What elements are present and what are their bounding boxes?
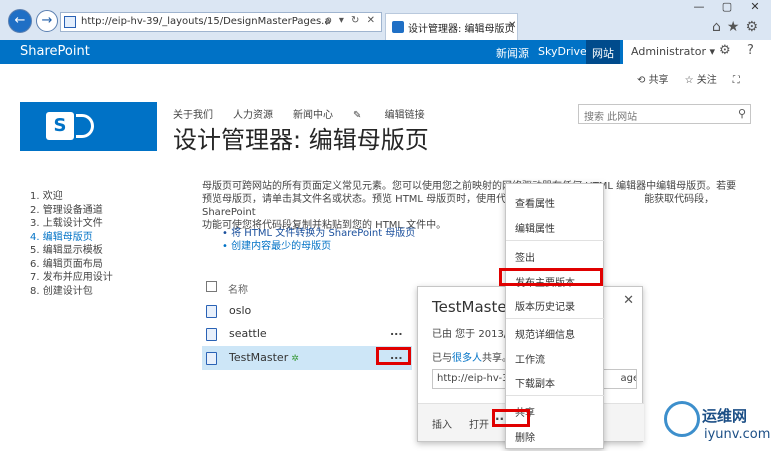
- forward-button[interactable]: →: [36, 10, 58, 32]
- suite-link-skydrive[interactable]: SkyDrive: [538, 45, 587, 58]
- gear-icon[interactable]: ⚙: [745, 19, 758, 35]
- search-placeholder: 搜索 此网站: [584, 112, 638, 123]
- focus-icon[interactable]: ⛶: [733, 75, 740, 86]
- close-icon[interactable]: ✕: [623, 293, 634, 308]
- top-nav-edit-links[interactable]: ✎ 编辑链接: [353, 106, 445, 121]
- master-page-file-icon: [206, 328, 217, 341]
- left-nav-item[interactable]: 5. 编辑显示模板: [30, 244, 113, 258]
- help-icon[interactable]: ?: [747, 43, 754, 58]
- top-navigation: 关于我们 人力资源 新闻中心 ✎ 编辑链接: [173, 106, 465, 121]
- highlight-row-more: [376, 347, 411, 365]
- settings-gear-icon[interactable]: ⚙: [719, 43, 731, 58]
- browser-chrome: ← → http://eip-hv-39/_layouts/15/DesignM…: [0, 0, 771, 40]
- share-link[interactable]: ⟲ 共享: [637, 75, 677, 86]
- logo-s-icon: S: [46, 112, 74, 140]
- share-bar: ⟲ 共享 ☆ 关注 ⛶: [637, 71, 748, 86]
- left-nav-item[interactable]: 7. 发布并应用设计: [30, 271, 113, 285]
- watermark-circle-icon: [664, 401, 700, 437]
- maximize-button[interactable]: ▢: [713, 0, 741, 13]
- column-header-name[interactable]: 名称: [228, 281, 248, 296]
- top-nav-hr[interactable]: 人力资源: [233, 106, 273, 121]
- star-icon[interactable]: ★: [727, 19, 740, 35]
- page-icon: [64, 16, 76, 28]
- left-nav-item[interactable]: 8. 创建设计包: [30, 285, 113, 299]
- highlight-callout-more: [492, 409, 530, 427]
- close-window-button[interactable]: ✕: [741, 0, 769, 13]
- callout-title: TestMaster: [432, 298, 513, 316]
- shared-with-link[interactable]: 很多人: [452, 353, 482, 364]
- callout-shared-text: 已与很多人共享。: [432, 353, 512, 364]
- menu-item-view-properties[interactable]: 查看属性: [515, 195, 555, 210]
- left-nav-item[interactable]: 2. 管理设备通道: [30, 204, 113, 218]
- callout-modified-text: 已由 您于 2013/: [432, 329, 508, 340]
- home-icon[interactable]: ⌂: [712, 19, 721, 35]
- left-navigation: 1. 欢迎 2. 管理设备通道 3. 上载设计文件 4. 编辑母版页 5. 编辑…: [30, 190, 113, 298]
- address-bar[interactable]: http://eip-hv-39/_layouts/15/DesignMaste…: [60, 12, 382, 32]
- more-actions-button[interactable]: ...: [390, 325, 403, 338]
- menu-item-delete[interactable]: 删除: [515, 429, 535, 444]
- file-name[interactable]: seattle: [229, 327, 267, 340]
- new-item-icon: ✲: [291, 354, 299, 364]
- suite-link-newsfeed[interactable]: 新闻源: [496, 45, 529, 61]
- suite-bar: SharePoint 新闻源 SkyDrive 网站 Administrator…: [0, 40, 771, 64]
- menu-item-workflow[interactable]: 工作流: [515, 351, 545, 366]
- sharepoint-brand[interactable]: SharePoint: [20, 44, 90, 59]
- open-action[interactable]: 打开: [469, 416, 489, 431]
- page-description: 母版页可跨网站的所有页面定义常见元素。您可以使用您之前映射的网络驱动器在任何 H…: [202, 181, 737, 231]
- menu-item-check-out[interactable]: 签出: [515, 249, 535, 264]
- left-nav-item[interactable]: 6. 编辑页面布局: [30, 258, 113, 272]
- search-icon[interactable]: ⚲: [738, 107, 746, 120]
- master-page-file-icon: [206, 305, 217, 318]
- file-type-header-icon: [206, 281, 217, 292]
- file-name[interactable]: TestMaster ✲: [229, 351, 299, 364]
- follow-link[interactable]: ☆ 关注: [685, 75, 725, 86]
- user-menu[interactable]: Administrator ▾ ⚙ ?: [623, 40, 771, 64]
- menu-item-download-copy[interactable]: 下载副本: [515, 375, 555, 390]
- search-input[interactable]: 搜索 此网站 ⚲: [578, 104, 751, 124]
- help-links: • 将 HTML 文件转换为 SharePoint 母版页 • 创建内容最少的母…: [222, 228, 415, 253]
- menu-item-compliance-details[interactable]: 规范详细信息: [515, 326, 575, 341]
- sharepoint-tab-icon: [392, 21, 404, 33]
- site-logo[interactable]: S: [20, 102, 157, 151]
- minimize-button[interactable]: —: [685, 0, 713, 13]
- address-tools[interactable]: ρ ▾ ↻ ✕: [325, 15, 377, 26]
- left-nav-item[interactable]: 1. 欢迎: [30, 190, 113, 204]
- top-nav-about[interactable]: 关于我们: [173, 106, 213, 121]
- menu-item-edit-properties[interactable]: 编辑属性: [515, 220, 555, 235]
- back-button[interactable]: ←: [8, 9, 32, 33]
- tab-title: 设计管理器: 编辑母版页: [408, 24, 515, 35]
- convert-html-link[interactable]: • 将 HTML 文件转换为 SharePoint 母版页: [222, 228, 415, 241]
- file-name[interactable]: oslo: [229, 304, 251, 317]
- table-row[interactable]: seattle ...: [202, 322, 412, 346]
- watermark-logo: 运维网 iyunv.com: [660, 395, 771, 451]
- master-page-file-icon: [206, 352, 217, 365]
- tab-close-icon[interactable]: ✕: [508, 20, 516, 31]
- address-text: http://eip-hv-39/_layouts/15/DesignMaste…: [81, 16, 331, 27]
- browser-tab[interactable]: 设计管理器: 编辑母版页: [385, 13, 518, 40]
- menu-item-version-history[interactable]: 版本历史记录: [515, 298, 575, 313]
- left-nav-item[interactable]: 3. 上载设计文件: [30, 217, 113, 231]
- suite-link-sites[interactable]: 网站: [586, 40, 620, 64]
- browser-icons: ⌂ ★ ⚙: [712, 19, 764, 35]
- window-buttons: — ▢ ✕: [685, 0, 769, 13]
- left-nav-item-current[interactable]: 4. 编辑母版页: [30, 231, 113, 245]
- top-nav-news[interactable]: 新闻中心: [293, 106, 333, 121]
- page-title: 设计管理器: 编辑母版页: [173, 126, 429, 154]
- table-row[interactable]: oslo: [202, 299, 412, 323]
- highlight-publish-major: [499, 268, 603, 286]
- logo-arc-icon: [76, 114, 94, 138]
- user-name: Administrator ▾: [631, 45, 716, 58]
- watermark-domain: iyunv.com: [704, 427, 771, 442]
- insert-action[interactable]: 插入: [432, 416, 452, 431]
- create-minimal-master-link[interactable]: • 创建内容最少的母版页: [222, 241, 415, 254]
- watermark-text: 运维网: [702, 407, 748, 425]
